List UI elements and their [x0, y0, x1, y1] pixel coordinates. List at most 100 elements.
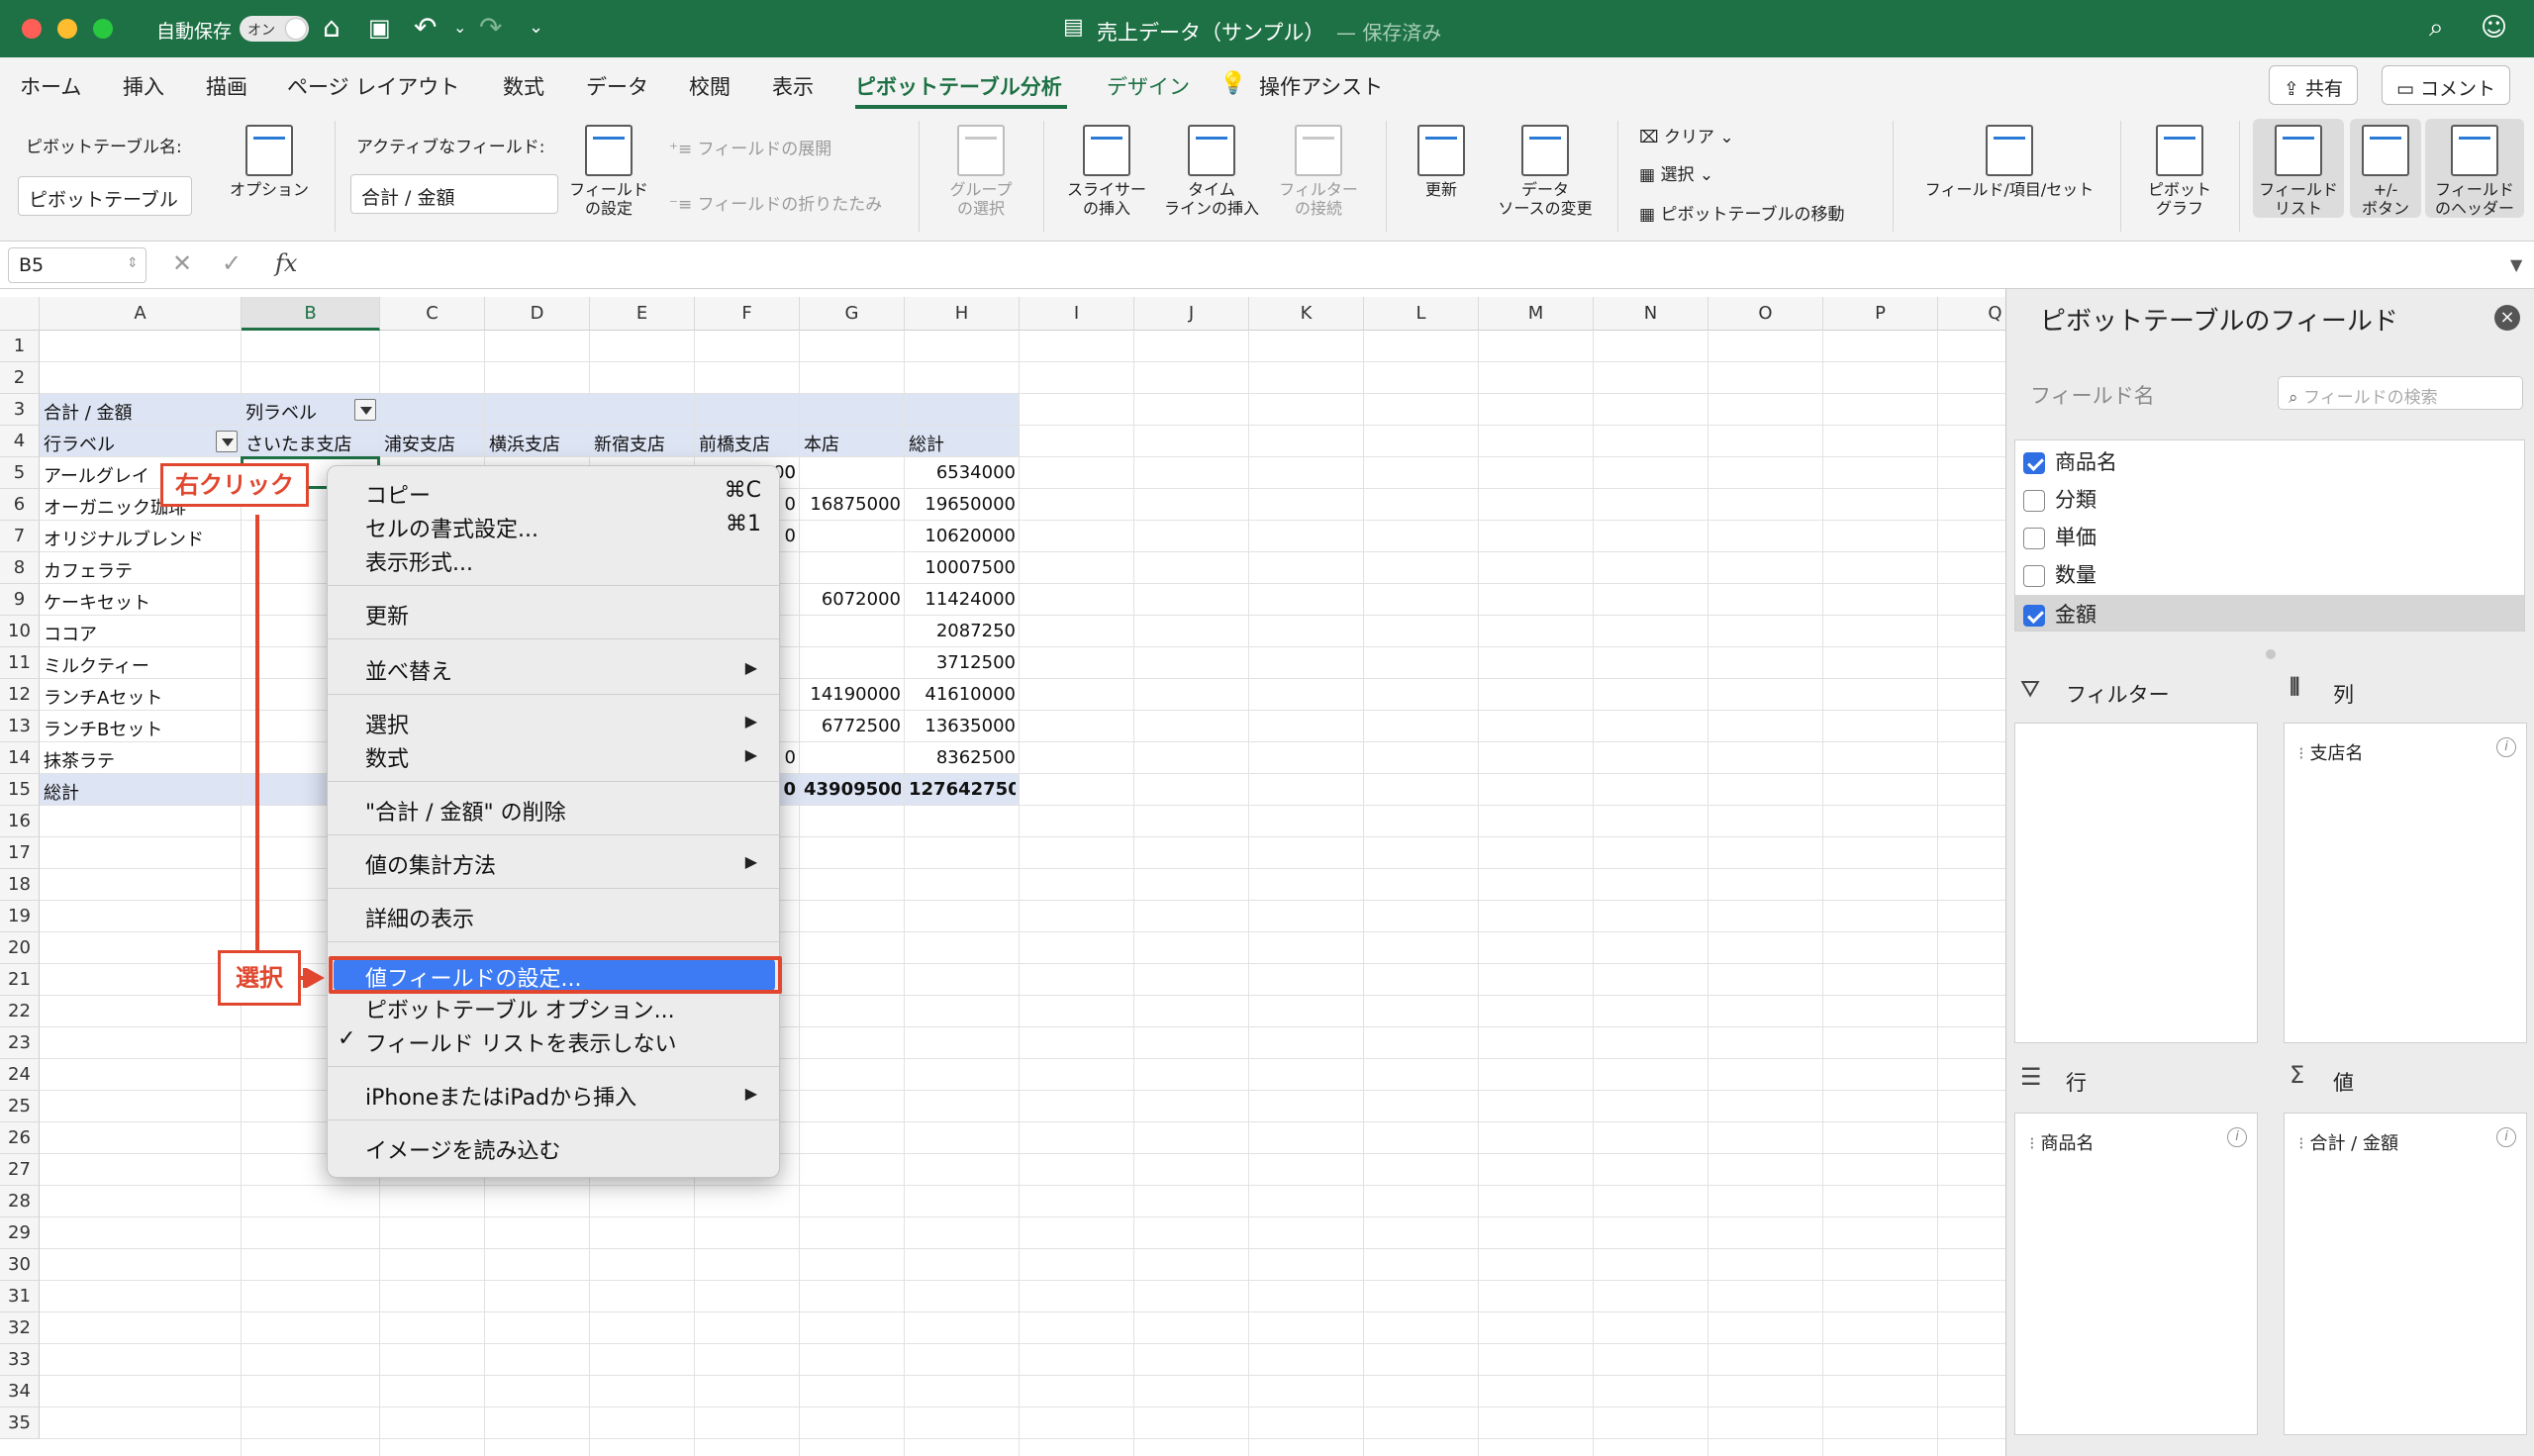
expand-field-button[interactable]: ⁺≡ フィールドの展開: [669, 135, 831, 159]
info-icon[interactable]: i: [2496, 737, 2516, 757]
column-header-a[interactable]: A: [40, 297, 242, 331]
name-box[interactable]: B5: [8, 247, 146, 283]
column-header-o[interactable]: O: [1708, 297, 1823, 331]
comments-button[interactable]: ▭ コメント: [2382, 65, 2511, 105]
customize-toolbar-icon[interactable]: ⌄: [529, 12, 543, 44]
row-total-value[interactable]: 11424000: [909, 589, 1016, 615]
row-header-19[interactable]: 19: [0, 901, 40, 932]
menu-summarize-values-by[interactable]: 値の集計方法: [365, 848, 496, 880]
row-header-23[interactable]: 23: [0, 1027, 40, 1059]
values-drop-zone[interactable]: ⁝ 合計 / 金額 i: [2284, 1113, 2527, 1435]
row-label[interactable]: ランチAセット: [44, 684, 238, 710]
menu-formulas[interactable]: 数式: [365, 741, 409, 773]
branch-header[interactable]: 前橋支店: [699, 431, 796, 456]
filters-drop-zone[interactable]: [2014, 723, 2258, 1043]
pivot-name-input[interactable]: ピボットテーブル: [18, 176, 192, 216]
menu-copy[interactable]: コピー: [365, 478, 431, 510]
row-header-4[interactable]: 4: [0, 426, 40, 457]
row-label[interactable]: 抹茶ラテ: [44, 747, 238, 773]
enter-icon[interactable]: ✓: [222, 249, 242, 277]
row-header-1[interactable]: 1: [0, 331, 40, 362]
tab-pivottable-analyze[interactable]: ピボットテーブル分析: [855, 71, 1062, 101]
branch-header[interactable]: 本店: [804, 431, 901, 456]
row-header-30[interactable]: 30: [0, 1249, 40, 1281]
column-header-m[interactable]: M: [1479, 297, 1594, 331]
column-header-k[interactable]: K: [1249, 297, 1364, 331]
tab-tell-me[interactable]: 操作アシスト: [1259, 71, 1383, 101]
row-header-29[interactable]: 29: [0, 1217, 40, 1249]
row-header-26[interactable]: 26: [0, 1122, 40, 1154]
move-pivottable-button[interactable]: ▦ ピボットテーブルの移動: [1639, 200, 1844, 225]
grand-total-label[interactable]: 総計: [44, 779, 238, 805]
rows-field-chip[interactable]: ⁝ 商品名: [2029, 1129, 2094, 1155]
change-data-source-button[interactable]: データ ソースの変更: [1491, 125, 1600, 218]
formula-input[interactable]: [317, 247, 2494, 283]
insert-function-icon[interactable]: fx: [275, 249, 297, 277]
info-icon[interactable]: i: [2496, 1127, 2516, 1147]
row-header-18[interactable]: 18: [0, 869, 40, 901]
row-total-value[interactable]: 8362500: [909, 747, 1016, 773]
filter-connections-button[interactable]: フィルター の接続: [1267, 125, 1370, 218]
menu-format-cells[interactable]: セルの書式設定...: [365, 512, 538, 543]
name-box-stepper-icon[interactable]: ⇕: [127, 255, 139, 271]
checkbox-checked[interactable]: [2023, 605, 2045, 627]
row-header-27[interactable]: 27: [0, 1154, 40, 1186]
zoom-window-button[interactable]: [93, 19, 113, 39]
menu-hide-field-list[interactable]: フィールド リストを表示しない: [365, 1026, 677, 1058]
row-header-14[interactable]: 14: [0, 742, 40, 774]
tab-formulas[interactable]: 数式: [503, 71, 544, 101]
columns-drop-zone[interactable]: ⁝ 支店名 i: [2284, 723, 2527, 1043]
menu-insert-from-iphone[interactable]: iPhoneまたはiPadから挿入: [365, 1080, 636, 1112]
checkbox[interactable]: [2023, 565, 2045, 587]
row-header-21[interactable]: 21: [0, 964, 40, 996]
row-label[interactable]: ミルクティー: [44, 652, 238, 678]
row-header-31[interactable]: 31: [0, 1281, 40, 1312]
menu-sort[interactable]: 並べ替え: [365, 654, 452, 686]
select-button[interactable]: ▦ 選択 ⌄: [1639, 160, 1713, 185]
document-status[interactable]: — 保存済み: [1336, 17, 1441, 46]
field-item-quantity[interactable]: 数量: [2023, 559, 2096, 589]
tab-page-layout[interactable]: ページ レイアウト: [287, 71, 459, 101]
row-header-10[interactable]: 10: [0, 616, 40, 647]
row-header-2[interactable]: 2: [0, 362, 40, 394]
menu-import-image[interactable]: イメージを読み込む: [365, 1133, 561, 1165]
row-header-24[interactable]: 24: [0, 1059, 40, 1091]
field-headers-button[interactable]: フィールド のヘッダー: [2425, 119, 2524, 218]
column-header-i[interactable]: I: [1020, 297, 1134, 331]
row-total-value[interactable]: 6534000: [909, 462, 1016, 488]
row-header-6[interactable]: 6: [0, 489, 40, 521]
row-total-value[interactable]: 10620000: [909, 526, 1016, 551]
checkbox[interactable]: [2023, 528, 2045, 549]
clear-button[interactable]: ⌧ クリア ⌄: [1639, 123, 1734, 147]
menu-refresh[interactable]: 更新: [365, 599, 409, 631]
fields-items-sets-button[interactable]: フィールド/項目/セット: [1910, 125, 2108, 199]
home-icon[interactable]: ⌂: [323, 12, 341, 44]
menu-number-format[interactable]: 表示形式...: [365, 545, 473, 577]
tab-design[interactable]: デザイン: [1107, 71, 1190, 101]
column-header-p[interactable]: P: [1823, 297, 1938, 331]
menu-show-details[interactable]: 詳細の表示: [365, 902, 474, 933]
row-total-value[interactable]: 10007500: [909, 557, 1016, 583]
row-header-11[interactable]: 11: [0, 647, 40, 679]
column-header-j[interactable]: J: [1134, 297, 1249, 331]
branch-header[interactable]: 新宿支店: [594, 431, 691, 456]
field-list-button[interactable]: フィールド リスト: [2253, 119, 2344, 218]
grand-total-value[interactable]: 127642750: [909, 779, 1016, 805]
redo-icon[interactable]: ↷: [479, 12, 502, 44]
value-cell[interactable]: 6772500: [804, 716, 901, 741]
row-header-8[interactable]: 8: [0, 552, 40, 584]
value-cell[interactable]: 6072000: [804, 589, 901, 615]
column-header-n[interactable]: N: [1594, 297, 1708, 331]
row-header-20[interactable]: 20: [0, 932, 40, 964]
row-header-12[interactable]: 12: [0, 679, 40, 711]
info-icon[interactable]: i: [2227, 1127, 2247, 1147]
close-icon[interactable]: ×: [2494, 305, 2520, 331]
checkbox[interactable]: [2023, 490, 2045, 512]
field-item-amount[interactable]: 金額: [2015, 595, 2524, 631]
column-header-e[interactable]: E: [590, 297, 695, 331]
column-header-c[interactable]: C: [380, 297, 485, 331]
group-selection-button[interactable]: グループ の選択: [934, 125, 1027, 218]
row-header-28[interactable]: 28: [0, 1186, 40, 1217]
row-header-16[interactable]: 16: [0, 806, 40, 837]
row-header-32[interactable]: 32: [0, 1312, 40, 1344]
